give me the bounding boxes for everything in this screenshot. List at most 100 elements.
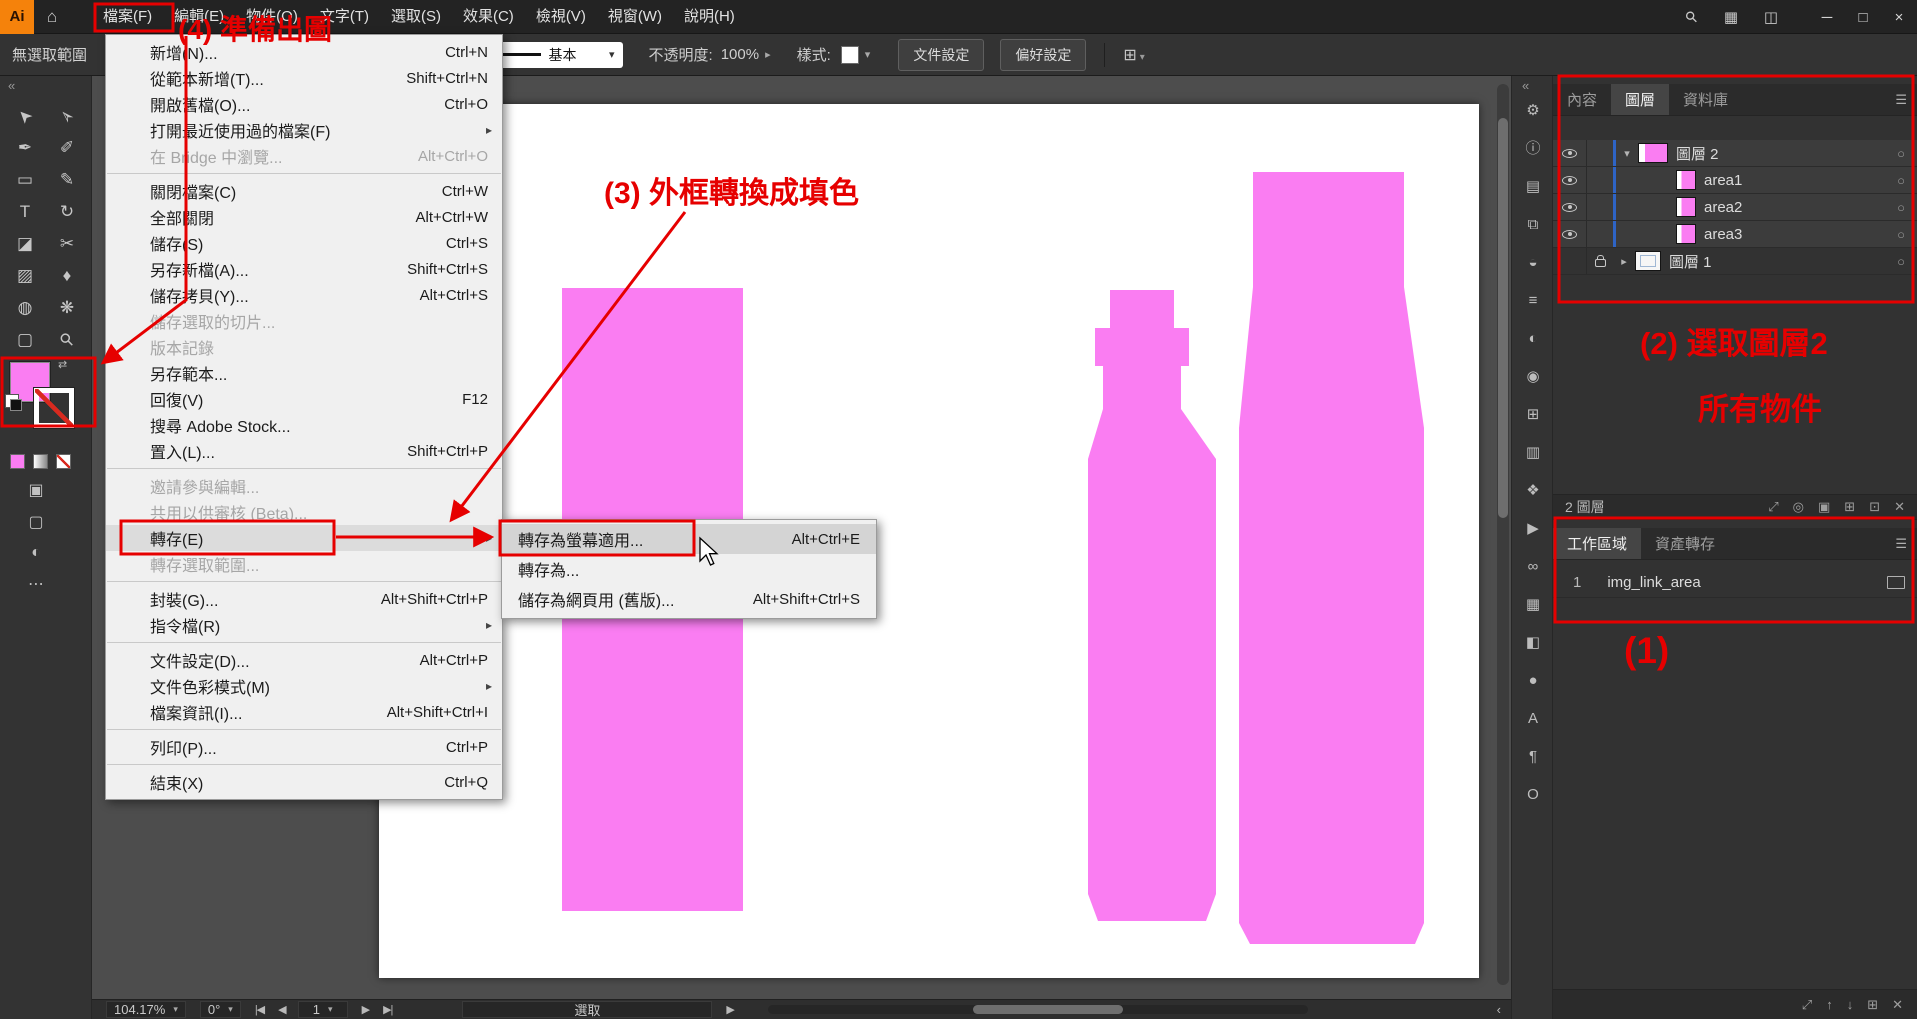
align-options-icon[interactable]: ⊞▾ [1123,45,1144,65]
target-circle-icon[interactable]: ○ [1897,227,1905,242]
file-menu-item-save-as-template[interactable]: 另存範本... [106,360,502,386]
lock-icon[interactable] [1587,248,1613,274]
file-menu-item-new[interactable]: 新增(N)...Ctrl+N [106,39,502,65]
default-fill-stroke-icon[interactable] [5,394,19,408]
direct-selection-tool[interactable]: ➢ [46,100,88,132]
menu-view[interactable]: 檢視(V) [525,0,597,34]
last-artboard-button[interactable]: ▶| [383,1003,392,1016]
edit-toolbar-icon[interactable]: ⋯ [28,574,44,594]
new-artboard-icon[interactable]: ⊞ [1867,997,1878,1013]
collapse-toolbar-icon[interactable]: « [8,78,15,93]
brushes-icon[interactable]: ▥ [1526,444,1540,462]
brush-definition-dropdown[interactable]: 基本 ▾ [489,42,623,68]
file-menu-item-document-setup[interactable]: 文件設定(D)...Alt+Ctrl+P [106,647,502,673]
pencil-tool[interactable]: ✎ [46,164,88,196]
none-button[interactable] [56,454,71,469]
collect-for-export-icon[interactable]: ⤢ [1768,499,1778,515]
transparency-icon[interactable]: ◉ [1526,368,1539,386]
color-icon[interactable]: ◒ [1528,254,1537,272]
previous-artboard-button[interactable]: ◀ [278,1003,285,1016]
first-artboard-button[interactable]: |◀ [255,1003,264,1016]
arrange-documents-icon[interactable]: ◫ [1751,0,1791,34]
file-menu-item-open[interactable]: 開啟舊檔(O)...Ctrl+O [106,91,502,117]
artboard-tool[interactable]: ▢ [4,324,46,356]
layer-row-area3[interactable]: area3○ [1553,221,1917,248]
expand-chevron-icon[interactable]: ▸ [1613,255,1635,268]
panel-menu-icon[interactable]: ☰ [1895,92,1907,108]
selection-tool[interactable]: ➤ [4,100,46,132]
draw-mode-icon[interactable]: ▣ [28,480,43,500]
search-icon[interactable]: ⚲ [1671,0,1711,34]
target-circle-icon[interactable]: ○ [1897,200,1905,215]
area3-bottle-shape[interactable] [1239,172,1424,944]
document-setup-button[interactable]: 文件設定 [898,39,984,71]
artboard-page-icon[interactable] [1887,576,1905,589]
gear-icon[interactable]: ⚙ [1526,102,1539,120]
gradient-icon[interactable]: ◐ [1528,330,1537,348]
file-menu-item-file-info[interactable]: 檔案資訊(I)...Alt+Shift+Ctrl+I [106,699,502,725]
close-button[interactable]: × [1881,0,1917,34]
menu-type[interactable]: 文字(T) [309,0,380,34]
artboard-list-row[interactable]: 1 img_link_area [1553,568,1917,598]
contrast-icon[interactable]: ◐ [31,544,41,562]
scroll-left-icon[interactable]: ‹ [1497,1002,1501,1017]
horizontal-scrollbar[interactable] [768,1005,1308,1014]
eraser-tool[interactable]: ◪ [4,228,46,260]
make-mask-icon[interactable]: ▣ [1818,499,1830,515]
file-menu-item-export[interactable]: 轉存(E)▸ [106,525,502,551]
eyedropper-tool[interactable]: ♦ [46,260,88,292]
rectangle-tool[interactable]: ▭ [4,164,46,196]
rotation-select[interactable]: 0°▾ [200,1001,241,1018]
info-icon[interactable]: ⓘ [1525,140,1540,158]
file-menu-item-open-recent[interactable]: 打開最近使用過的檔案(F)▸ [106,117,502,143]
visibility-eye-icon[interactable] [1553,140,1587,166]
target-circle-icon[interactable]: ○ [1897,146,1905,161]
panel-menu-icon[interactable]: ☰ [1895,536,1907,552]
layer-row-layer2[interactable]: ▾圖層 2○ [1553,140,1917,167]
preferences-button[interactable]: 偏好設定 [1000,39,1086,71]
menu-select[interactable]: 選取(S) [380,0,452,34]
layer-row-area2[interactable]: area2○ [1553,194,1917,221]
style-chevron-icon[interactable]: ▾ [865,48,871,61]
file-menu-item-save[interactable]: 儲存(S)Ctrl+S [106,230,502,256]
file-menu-item-save-a-copy[interactable]: 儲存拷貝(Y)...Alt+Ctrl+S [106,282,502,308]
vertical-scrollbar-thumb[interactable] [1498,118,1508,518]
locate-object-icon[interactable]: ◎ [1793,499,1804,515]
target-circle-icon[interactable]: ○ [1897,254,1905,269]
color-button[interactable] [10,454,25,469]
tab-asset-export[interactable]: 資產轉存 [1641,528,1729,559]
stroke-icon[interactable]: ≡ [1529,292,1538,310]
rearrange-artboards-icon[interactable]: ⤢ [1802,997,1812,1013]
zoom-tool[interactable]: ⚲ [46,324,88,356]
opacity-expand-icon[interactable]: ▸ [765,48,771,61]
paintbrush-tool[interactable]: ✐ [46,132,88,164]
file-menu-item-new-from-template[interactable]: 從範本新增(T)...Shift+Ctrl+N [106,65,502,91]
menu-effect[interactable]: 效果(C) [452,0,525,34]
links-icon[interactable]: ∞ [1528,558,1539,576]
workspace-switcher-icon[interactable]: ▦ [1711,0,1751,34]
zoom-level-select[interactable]: 104.17%▾ [106,1001,186,1018]
pen-tool[interactable]: ✒ [4,132,46,164]
menu-file[interactable]: 檔案(F) [92,0,163,34]
file-menu-item-save-as[interactable]: 另存新檔(A)...Shift+Ctrl+S [106,256,502,282]
file-menu-item-search-adobe-stock[interactable]: 搜尋 Adobe Stock... [106,412,502,438]
new-layer-icon[interactable]: ⊡ [1869,499,1880,515]
file-menu-item-document-color-mode[interactable]: 文件色彩模式(M)▸ [106,673,502,699]
graphic-styles-icon[interactable]: ◧ [1526,634,1540,652]
next-artboard-button[interactable]: ▶ [362,1003,369,1016]
paragraph-icon[interactable]: ¶ [1529,748,1537,766]
stroke-swatch-none[interactable] [34,388,74,428]
status-expand-icon[interactable]: ▶ [726,1003,733,1016]
tab-properties[interactable]: 內容 [1553,84,1611,115]
scissors-tool[interactable]: ✂ [46,228,88,260]
swap-fill-stroke-icon[interactable]: ⇄ [58,358,67,371]
artboards-icon[interactable]: ▤ [1526,178,1540,196]
character-icon[interactable]: A [1528,710,1538,728]
opentype-icon[interactable]: O [1527,786,1539,804]
maximize-button[interactable]: □ [1845,0,1881,34]
screen-mode-icon[interactable]: ▢ [28,512,43,532]
export-submenu-item-save-for-web[interactable]: 儲存為網頁用 (舊版)...Alt+Shift+Ctrl+S [502,584,876,614]
rotate-tool[interactable]: ↻ [46,196,88,228]
home-icon[interactable]: ⌂ [34,0,70,34]
target-circle-icon[interactable]: ○ [1897,173,1905,188]
